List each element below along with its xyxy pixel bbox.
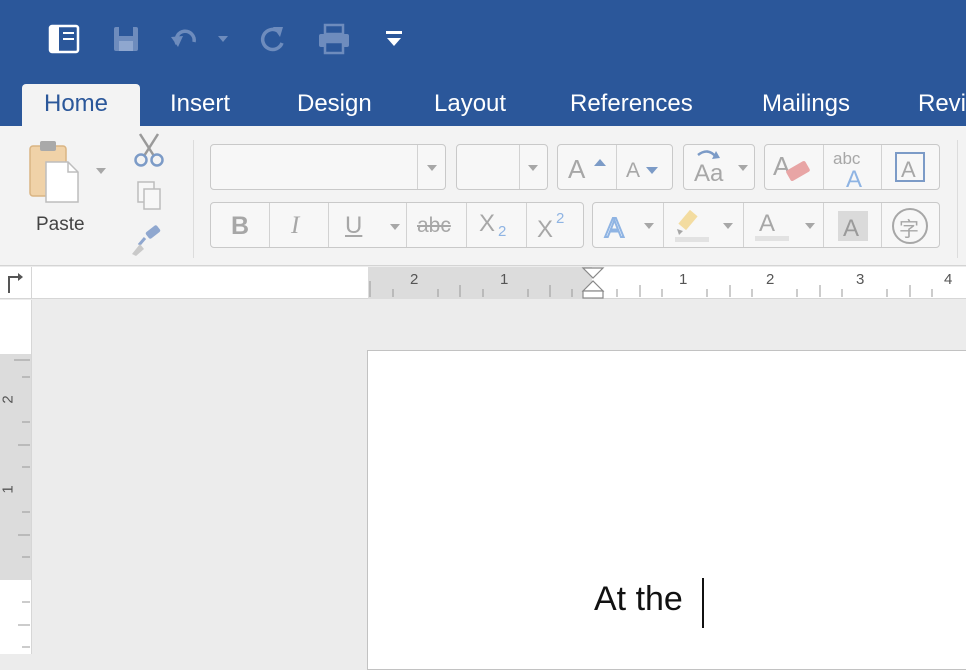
ruler-number: 2 [0, 395, 17, 404]
svg-text:A: A [773, 151, 791, 181]
highlight-button[interactable] [663, 203, 743, 247]
svg-text:A: A [568, 154, 586, 184]
grow-font-button[interactable]: A [558, 145, 616, 189]
font-size-buttons: A A [557, 144, 673, 190]
divider [328, 203, 329, 247]
svg-text:A: A [605, 212, 624, 243]
home-ribbon: Paste A A Aa A abc A A B I U abc X 2 X 2… [0, 126, 966, 266]
subscript-mark: 2 [498, 223, 507, 240]
divider [823, 203, 824, 247]
text-effects-button[interactable]: A [593, 203, 663, 247]
divider [881, 203, 882, 247]
font-effect-buttons: A A A 字 [592, 202, 940, 248]
bold-button[interactable]: B [231, 212, 249, 241]
underline-dropdown-icon[interactable] [390, 224, 400, 230]
svg-text:A: A [843, 215, 859, 242]
underline-button[interactable]: U [345, 212, 362, 240]
ruler-number: 2 [410, 271, 419, 288]
svg-text:A: A [901, 157, 916, 182]
paste-dropdown-icon[interactable] [96, 168, 106, 174]
save-icon[interactable] [106, 20, 146, 58]
font-size-dropdown-icon[interactable] [528, 165, 538, 171]
shrink-font-button[interactable]: A [616, 145, 672, 189]
font-name-combobox[interactable] [210, 144, 446, 190]
customize-toolbar-icon[interactable] [378, 20, 410, 58]
italic-button[interactable]: I [291, 212, 299, 240]
ruler-number: 2 [766, 271, 775, 288]
text-cursor [702, 578, 704, 628]
paste-icon[interactable] [26, 138, 84, 210]
redo-icon[interactable] [252, 20, 292, 58]
superscript-mark: 2 [556, 210, 565, 227]
tab-layout[interactable]: Layout [434, 84, 506, 126]
svg-text:Aa: Aa [694, 160, 724, 187]
sidebar-toggle-icon[interactable] [44, 20, 84, 58]
cut-icon[interactable] [132, 132, 166, 168]
tab-insert[interactable]: Insert [170, 84, 230, 126]
undo-dropdown-icon[interactable] [214, 20, 232, 58]
divider [526, 203, 527, 247]
print-icon[interactable] [312, 20, 356, 58]
ruler-number: 1 [679, 271, 688, 288]
superscript-button[interactable]: X 2 [537, 210, 581, 244]
divider [406, 203, 407, 247]
vertical-ruler[interactable]: 2 1 [0, 300, 32, 654]
paste-label[interactable]: Paste [36, 214, 85, 236]
title-bar [0, 0, 966, 82]
document-text[interactable]: At the [594, 580, 683, 619]
group-separator [193, 140, 194, 258]
indent-markers-icon[interactable] [581, 267, 605, 299]
ruler-number: 1 [500, 271, 509, 288]
svg-text:A: A [846, 166, 862, 189]
enclose-characters-button[interactable]: 字 [885, 205, 937, 245]
font-size-divider [519, 145, 520, 189]
superscript-letter: X [537, 216, 554, 243]
ruler-number: 1 [0, 485, 17, 494]
tab-mailings[interactable]: Mailings [762, 84, 850, 126]
font-name-dropdown-icon[interactable] [427, 165, 437, 171]
tab-home[interactable]: Home [22, 84, 140, 126]
horizontal-ruler[interactable]: 2 1 1 2 3 4 [0, 267, 966, 299]
svg-text:A: A [626, 159, 640, 182]
clear-and-style-buttons: A abc A A [764, 144, 940, 190]
divider [269, 203, 270, 247]
spelling-button[interactable]: abc A [823, 145, 881, 189]
strikethrough-button[interactable]: abc [417, 214, 451, 238]
character-border-button[interactable]: A [881, 145, 939, 189]
subscript-letter: X [479, 210, 496, 237]
phonetic-character: 字 [899, 219, 919, 241]
font-style-buttons: B I U abc X 2 X 2 [210, 202, 584, 248]
ribbon-tabs: Home Insert Design Layout References Mai… [0, 78, 966, 126]
undo-icon[interactable] [166, 20, 210, 58]
font-name-divider [417, 145, 418, 189]
tab-references[interactable]: References [570, 84, 693, 126]
group-separator [957, 140, 958, 258]
change-case-button[interactable]: Aa [683, 144, 755, 190]
character-shading-button[interactable]: A [829, 203, 879, 247]
font-size-combobox[interactable] [456, 144, 548, 190]
clear-formatting-button[interactable]: A [765, 145, 823, 189]
ruler-number: 4 [944, 271, 953, 288]
subscript-button[interactable]: X 2 [479, 210, 519, 244]
format-painter-icon[interactable] [130, 224, 166, 258]
ruler-ticks [369, 281, 933, 297]
document-page[interactable] [367, 350, 966, 670]
ruler-number: 3 [856, 271, 865, 288]
tab-review[interactable]: Revi [918, 84, 966, 126]
svg-text:A: A [759, 210, 775, 237]
copy-icon[interactable] [134, 180, 164, 212]
font-color-button[interactable]: A [743, 203, 823, 247]
divider [466, 203, 467, 247]
vertical-ruler-ticks [14, 359, 30, 648]
tab-design[interactable]: Design [297, 84, 372, 126]
